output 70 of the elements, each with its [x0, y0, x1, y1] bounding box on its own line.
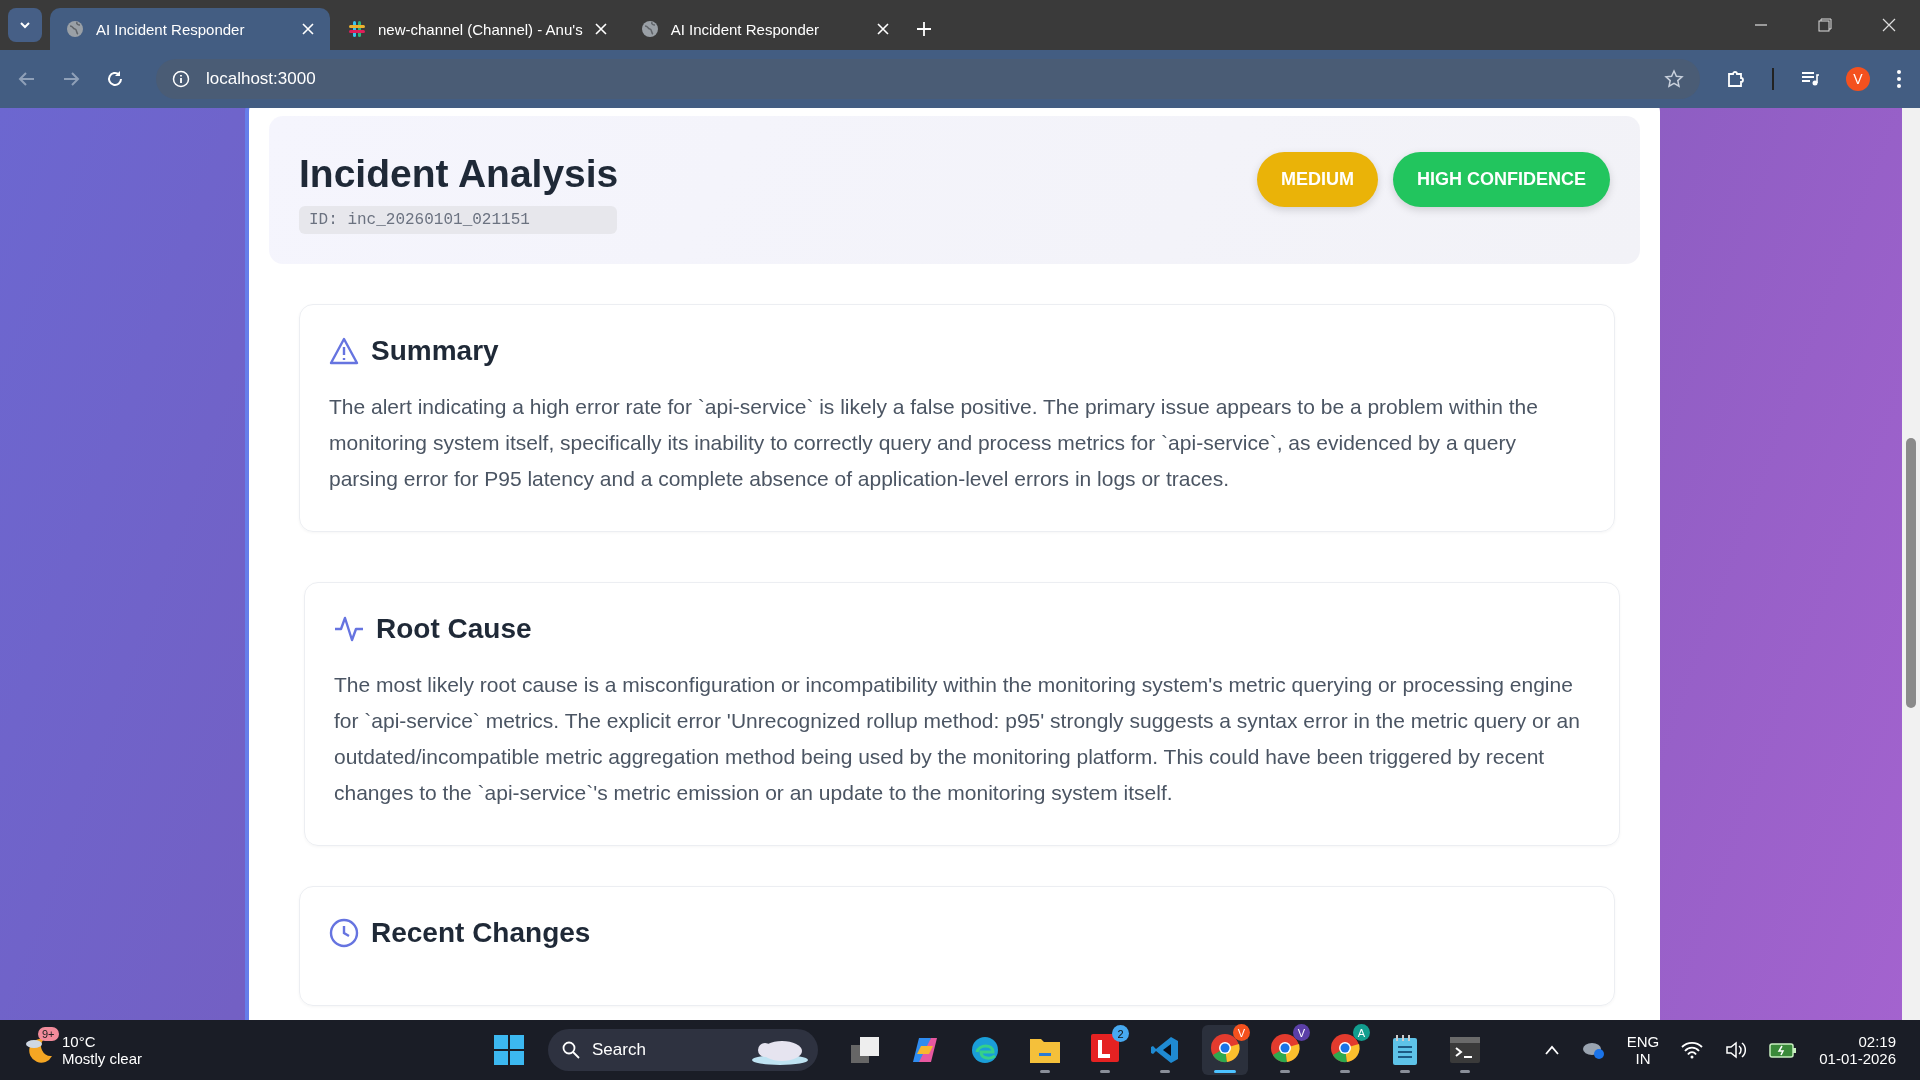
- speaker-icon[interactable]: [1725, 1041, 1748, 1059]
- notepad-icon: [1393, 1035, 1417, 1065]
- windows-start-icon[interactable]: [494, 1035, 524, 1065]
- taskbar-search-field[interactable]: Search: [548, 1029, 818, 1071]
- browser-tab[interactable]: AI Incident Responder: [624, 8, 905, 50]
- tab-title: AI Incident Responder: [670, 20, 821, 38]
- url-text: localhost:3000: [206, 69, 316, 89]
- tab-search-button[interactable]: [8, 8, 42, 42]
- section-title: Recent Changes: [371, 917, 591, 949]
- language-indicator[interactable]: ENG IN: [1626, 1033, 1660, 1067]
- language-code: ENG: [1626, 1033, 1660, 1050]
- task-view-icon: [851, 1037, 879, 1063]
- browser-tab[interactable]: AI Incident Responder: [50, 8, 330, 50]
- cloud-icon[interactable]: [1580, 1040, 1605, 1060]
- profile-badge: V: [1293, 1024, 1310, 1041]
- edge-icon: [971, 1036, 999, 1064]
- browser-tab[interactable]: new-channel (Channel) - Anu's: [332, 8, 623, 50]
- code-editor-icon: [1151, 1036, 1179, 1064]
- close-icon[interactable]: [1882, 18, 1896, 32]
- letter-l-app-icon: [1091, 1034, 1119, 1062]
- folder-icon: [1030, 1037, 1060, 1063]
- section-title: Root Cause: [376, 613, 532, 645]
- info-icon: [172, 70, 190, 88]
- status-badge: HIGH CONFIDENCE: [1393, 152, 1610, 207]
- wifi-icon[interactable]: [1681, 1041, 1704, 1059]
- temperature: 10°C: [62, 1033, 97, 1050]
- battery-charging-icon[interactable]: [1769, 1041, 1798, 1059]
- profile-badge: V: [1233, 1024, 1250, 1041]
- profile-badge: A: [1353, 1024, 1370, 1041]
- clock-icon: [329, 918, 359, 948]
- taskbar-app[interactable]: 2: [1082, 1025, 1128, 1075]
- browser-icon: [1270, 1033, 1300, 1063]
- browser-icon: [1210, 1033, 1240, 1063]
- globe-icon: [66, 20, 84, 38]
- search-icon: [562, 1041, 580, 1059]
- hash-logo-icon: [348, 20, 366, 38]
- notification-badge: 9+: [38, 1027, 59, 1041]
- incident-id: ID: inc_20260101_021151: [299, 206, 617, 234]
- taskbar-app[interactable]: V: [1262, 1025, 1308, 1075]
- region-code: IN: [1635, 1050, 1651, 1067]
- section-text: The alert indicating a high error rate for `api-service` is likely a false positive. The primary issue appears to be a problem within the monitoring system itself, specifically its inability to correctly query and process metrics for `api-service`, as evidenced by a query parsing error for P95 latency and a complete absence of application-level errors in logs or traces.: [329, 394, 1539, 492]
- warning-icon: [329, 337, 359, 365]
- pulse-icon: [334, 616, 364, 642]
- section-text: The most likely root cause is a misconfiguration or incompatibility within the monitoring system's metric querying or processing engine for `api-service` metrics. The explicit error 'Unrecognized rollup method: p95' strongly suggests a syntax error in the metric query or an outdated/incompatible metric aggregation method being used by the monitoring platform. This could have been triggered by recent changes to the `api-service`'s metric emission or an update to the monitoring system itself.: [334, 672, 1581, 806]
- clock-time: 02:19: [1858, 1033, 1896, 1050]
- system-clock[interactable]: 02:19 01-01-2026: [1819, 1033, 1896, 1067]
- tab-title: new-channel (Channel) - Anu's: [378, 20, 583, 38]
- page-title: Incident Analysis: [299, 152, 619, 196]
- reload-icon[interactable]: [106, 70, 124, 88]
- clock-date: 01-01-2026: [1819, 1050, 1896, 1067]
- address-bar[interactable]: localhost:3000: [156, 59, 1700, 99]
- globe-icon: [640, 20, 659, 38]
- browser-icon: [1330, 1033, 1360, 1063]
- chevron-up-icon[interactable]: [1544, 1045, 1559, 1055]
- star-icon[interactable]: [1664, 69, 1684, 89]
- status-badge: MEDIUM: [1257, 152, 1378, 207]
- notification-badge: 2: [1112, 1025, 1129, 1042]
- search-input[interactable]: Search: [590, 1039, 740, 1061]
- back-arrow-icon[interactable]: [18, 70, 36, 88]
- weather-condition: Mostly clear: [62, 1050, 143, 1067]
- scrollbar[interactable]: [1902, 108, 1920, 1020]
- more-menu-icon[interactable]: [1896, 69, 1902, 89]
- forward-arrow-icon[interactable]: [62, 70, 80, 88]
- section-title: Summary: [371, 335, 499, 367]
- terminal-icon: [1450, 1037, 1480, 1063]
- restore-icon[interactable]: [1818, 18, 1832, 32]
- copilot-icon: [911, 1036, 939, 1064]
- puzzle-piece-icon[interactable]: [1726, 69, 1746, 89]
- tab-title: AI Incident Responder: [96, 20, 246, 38]
- new-tab-icon[interactable]: [916, 22, 931, 36]
